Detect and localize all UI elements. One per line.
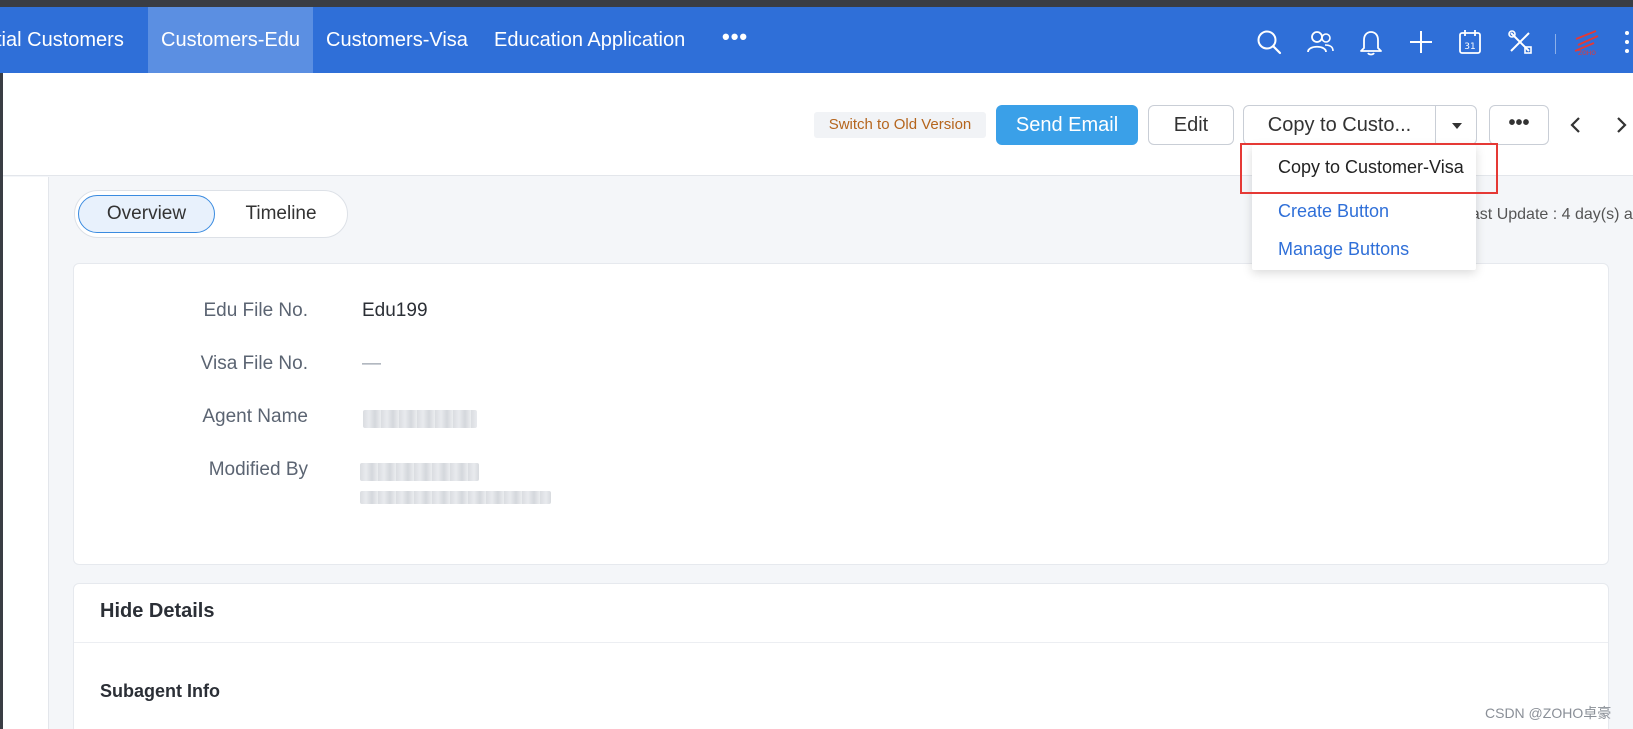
more-actions-button[interactable]: ••• xyxy=(1489,105,1549,145)
menu-item-create-button[interactable]: Create Button xyxy=(1278,201,1389,222)
field-label-edu-file-no: Edu File No. xyxy=(203,300,308,321)
highlight-box xyxy=(1240,143,1498,194)
copy-to-button[interactable]: Copy to Custo... xyxy=(1243,105,1436,145)
edit-button[interactable]: Edit xyxy=(1148,105,1234,145)
window-top-edge xyxy=(0,0,1633,7)
last-update-text: Last Update : 4 day(s) ago xyxy=(1462,206,1633,223)
nav-more-button[interactable]: ••• xyxy=(722,7,748,73)
bell-icon[interactable] xyxy=(1356,27,1386,57)
tab-timeline[interactable]: Timeline xyxy=(226,195,336,233)
details-card xyxy=(73,583,1609,729)
nav-divider xyxy=(1555,34,1556,54)
send-email-button[interactable]: Send Email xyxy=(996,105,1138,145)
previous-record-icon[interactable] xyxy=(1566,115,1586,135)
divider xyxy=(74,642,1608,643)
chevron-down-icon xyxy=(1452,123,1462,129)
tools-icon[interactable] xyxy=(1505,27,1535,57)
tab-overview[interactable]: Overview xyxy=(78,195,215,233)
left-rail xyxy=(3,177,49,729)
watermark-text: CSDN @ZOHO卓豪 xyxy=(1485,705,1612,721)
plus-icon[interactable] xyxy=(1406,27,1436,57)
contacts-icon[interactable] xyxy=(1305,27,1335,57)
copy-to-dropdown-toggle[interactable] xyxy=(1435,105,1477,145)
svg-text:ZOHO: ZOHO xyxy=(1578,50,1596,57)
tab-customers-edu[interactable]: Customers-Edu xyxy=(148,7,313,73)
top-nav: tial Customers Customers-Edu Customers-V… xyxy=(0,7,1633,73)
tab-customers-visa[interactable]: Customers-Visa xyxy=(326,7,468,73)
redacted-modified-by-name xyxy=(360,463,479,481)
app-menu-icon[interactable] xyxy=(1625,29,1633,55)
tab-education-application[interactable]: Education Application xyxy=(494,7,685,73)
subagent-info-heading: Subagent Info xyxy=(100,681,220,701)
tab-potential-customers[interactable]: tial Customers xyxy=(0,7,140,73)
hide-details-toggle[interactable]: Hide Details xyxy=(100,600,214,623)
field-value-visa-file-no: — xyxy=(362,353,381,374)
next-record-icon[interactable] xyxy=(1611,115,1631,135)
calendar-icon[interactable]: 31 xyxy=(1455,27,1485,57)
field-label-visa-file-no: Visa File No. xyxy=(200,353,308,374)
field-value-edu-file-no: Edu199 xyxy=(362,300,428,321)
redacted-modified-by-date xyxy=(360,491,551,504)
avatar-icon[interactable]: ZOHO xyxy=(1572,27,1602,57)
redacted-agent-name xyxy=(363,410,477,428)
field-label-modified-by: Modified By xyxy=(208,459,308,480)
switch-old-version-button[interactable]: Switch to Old Version xyxy=(814,112,986,138)
svg-text:31: 31 xyxy=(1464,42,1475,52)
menu-item-manage-buttons[interactable]: Manage Buttons xyxy=(1278,239,1409,260)
search-icon[interactable] xyxy=(1254,27,1284,57)
field-label-agent-name: Agent Name xyxy=(202,406,308,427)
